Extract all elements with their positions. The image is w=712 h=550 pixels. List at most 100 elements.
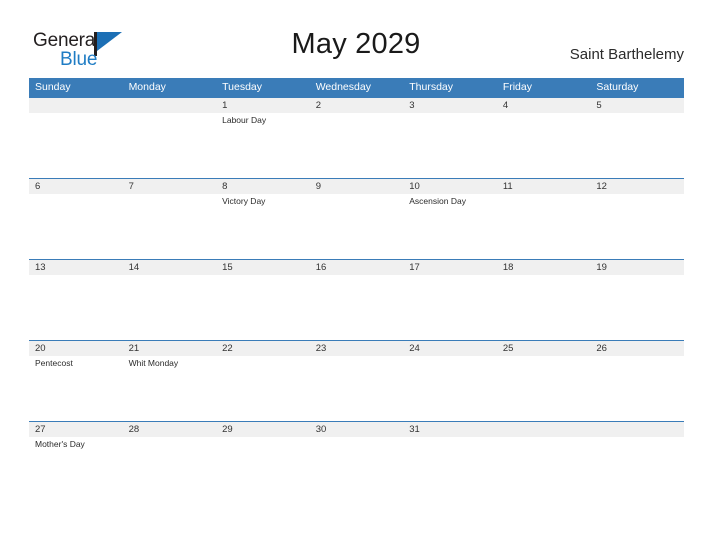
day-cell[interactable] bbox=[497, 356, 591, 420]
day-cell[interactable] bbox=[497, 113, 591, 177]
day-number[interactable] bbox=[590, 422, 684, 437]
day-number[interactable]: 28 bbox=[123, 422, 217, 437]
event-label: Labour Day bbox=[222, 115, 267, 125]
day-number[interactable]: 19 bbox=[590, 260, 684, 275]
day-number[interactable]: 21 bbox=[123, 341, 217, 356]
day-cell[interactable] bbox=[590, 437, 684, 501]
event-label: Whit Monday bbox=[128, 358, 179, 368]
day-number[interactable]: 6 bbox=[29, 179, 123, 194]
day-number[interactable]: 9 bbox=[310, 179, 404, 194]
day-number[interactable]: 12 bbox=[590, 179, 684, 194]
day-cell[interactable] bbox=[403, 113, 497, 177]
weekday-friday: Friday bbox=[502, 81, 532, 93]
day-cell[interactable]: Whit Monday bbox=[123, 356, 217, 420]
day-number[interactable]: 26 bbox=[590, 341, 684, 356]
day-cell[interactable]: Ascension Day bbox=[403, 194, 497, 258]
day-number[interactable]: 2 bbox=[310, 98, 404, 113]
day-number[interactable]: 17 bbox=[403, 260, 497, 275]
day-number[interactable]: 14 bbox=[123, 260, 217, 275]
day-number[interactable]: 4 bbox=[497, 98, 591, 113]
day-number[interactable]: 18 bbox=[497, 260, 591, 275]
event-label: Pentecost bbox=[35, 358, 73, 368]
day-cell[interactable] bbox=[29, 113, 123, 177]
weekday-header-row: Sunday Monday Tuesday Wednesday Thursday… bbox=[29, 78, 684, 97]
day-cell[interactable]: Victory Day bbox=[216, 194, 310, 258]
day-number[interactable]: 1 bbox=[216, 98, 310, 113]
day-cell[interactable] bbox=[216, 275, 310, 339]
day-number[interactable]: 20 bbox=[29, 341, 123, 356]
week-event-row: Pentecost Whit Monday bbox=[29, 356, 684, 420]
day-number[interactable]: 15 bbox=[216, 260, 310, 275]
day-number[interactable]: 31 bbox=[403, 422, 497, 437]
day-cell[interactable] bbox=[123, 275, 217, 339]
day-cell[interactable] bbox=[590, 194, 684, 258]
day-number[interactable]: 5 bbox=[590, 98, 684, 113]
week-number-band: 27 28 29 30 31 bbox=[29, 421, 684, 437]
day-number[interactable]: 23 bbox=[310, 341, 404, 356]
day-cell[interactable] bbox=[123, 194, 217, 258]
day-cell[interactable] bbox=[29, 194, 123, 258]
day-cell[interactable] bbox=[403, 356, 497, 420]
day-number[interactable]: 24 bbox=[403, 341, 497, 356]
weekday-sunday: Sunday bbox=[35, 81, 71, 93]
day-number[interactable] bbox=[29, 98, 123, 113]
day-number[interactable]: 13 bbox=[29, 260, 123, 275]
day-cell[interactable] bbox=[29, 275, 123, 339]
region-label: Saint Barthelemy bbox=[569, 46, 684, 63]
day-cell[interactable] bbox=[216, 356, 310, 420]
day-number[interactable] bbox=[123, 98, 217, 113]
day-cell[interactable] bbox=[403, 437, 497, 501]
week-row: 27 28 29 30 31 Mother's Day bbox=[29, 421, 684, 502]
weekday-tuesday: Tuesday bbox=[222, 81, 263, 93]
day-cell[interactable] bbox=[216, 437, 310, 501]
day-cell[interactable] bbox=[123, 437, 217, 501]
day-cell[interactable]: Pentecost bbox=[29, 356, 123, 420]
event-label: Mother's Day bbox=[35, 439, 85, 449]
day-number[interactable]: 8 bbox=[216, 179, 310, 194]
day-number[interactable] bbox=[497, 422, 591, 437]
week-number-band: 6 7 8 9 10 11 12 bbox=[29, 178, 684, 194]
week-number-band: 20 21 22 23 24 25 26 bbox=[29, 340, 684, 356]
event-label: Ascension Day bbox=[409, 196, 466, 206]
day-number[interactable]: 7 bbox=[123, 179, 217, 194]
day-cell[interactable] bbox=[310, 275, 404, 339]
day-number[interactable]: 25 bbox=[497, 341, 591, 356]
week-event-row: Victory Day Ascension Day bbox=[29, 194, 684, 258]
day-cell[interactable] bbox=[497, 437, 591, 501]
day-number[interactable]: 16 bbox=[310, 260, 404, 275]
day-cell[interactable] bbox=[310, 437, 404, 501]
week-number-band: 1 2 3 4 5 bbox=[29, 97, 684, 113]
day-cell[interactable]: Mother's Day bbox=[29, 437, 123, 501]
week-number-band: 13 14 15 16 17 18 19 bbox=[29, 259, 684, 275]
month-calendar: Sunday Monday Tuesday Wednesday Thursday… bbox=[29, 78, 684, 502]
day-number[interactable]: 11 bbox=[497, 179, 591, 194]
day-cell[interactable] bbox=[310, 113, 404, 177]
calendar-page: General Blue May 2029 Saint Barthelemy S… bbox=[0, 0, 712, 550]
day-number[interactable]: 22 bbox=[216, 341, 310, 356]
day-number[interactable]: 29 bbox=[216, 422, 310, 437]
week-event-row bbox=[29, 275, 684, 339]
day-cell[interactable] bbox=[310, 194, 404, 258]
page-header: General Blue May 2029 Saint Barthelemy bbox=[0, 0, 712, 78]
week-row: 6 7 8 9 10 11 12 Victory Day Ascension D… bbox=[29, 178, 684, 259]
day-cell[interactable] bbox=[403, 275, 497, 339]
day-cell[interactable] bbox=[497, 194, 591, 258]
day-cell[interactable] bbox=[497, 275, 591, 339]
day-number[interactable]: 27 bbox=[29, 422, 123, 437]
weekday-monday: Monday bbox=[128, 81, 166, 93]
day-cell[interactable] bbox=[590, 113, 684, 177]
day-cell[interactable] bbox=[590, 275, 684, 339]
day-cell[interactable] bbox=[123, 113, 217, 177]
day-number[interactable]: 3 bbox=[403, 98, 497, 113]
weekday-wednesday: Wednesday bbox=[315, 81, 371, 93]
week-event-row: Labour Day bbox=[29, 113, 684, 177]
weekday-thursday: Thursday bbox=[409, 81, 454, 93]
event-label: Victory Day bbox=[222, 196, 266, 206]
day-cell[interactable] bbox=[590, 356, 684, 420]
weekday-saturday: Saturday bbox=[596, 81, 639, 93]
day-number[interactable]: 10 bbox=[403, 179, 497, 194]
day-cell[interactable]: Labour Day bbox=[216, 113, 310, 177]
week-event-row: Mother's Day bbox=[29, 437, 684, 501]
day-cell[interactable] bbox=[310, 356, 404, 420]
day-number[interactable]: 30 bbox=[310, 422, 404, 437]
